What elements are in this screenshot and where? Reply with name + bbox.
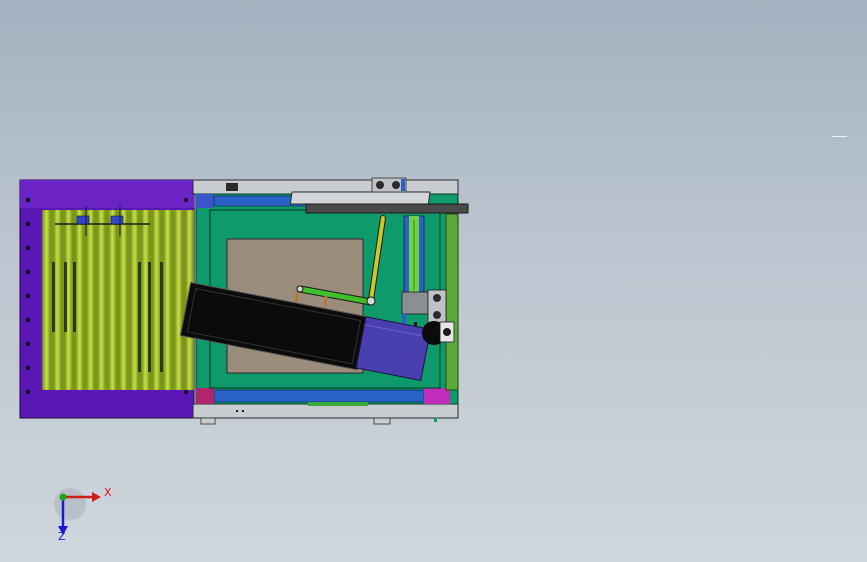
assembly-drawing[interactable] (0, 0, 867, 562)
cad-viewport[interactable]: X Z (0, 0, 867, 562)
axis-x-label: X (104, 486, 112, 499)
axis-z-label: Z (58, 530, 66, 543)
gripper-motor[interactable] (422, 321, 455, 345)
conveyor-module[interactable] (19, 179, 195, 419)
axis-triad-icon (54, 488, 101, 535)
